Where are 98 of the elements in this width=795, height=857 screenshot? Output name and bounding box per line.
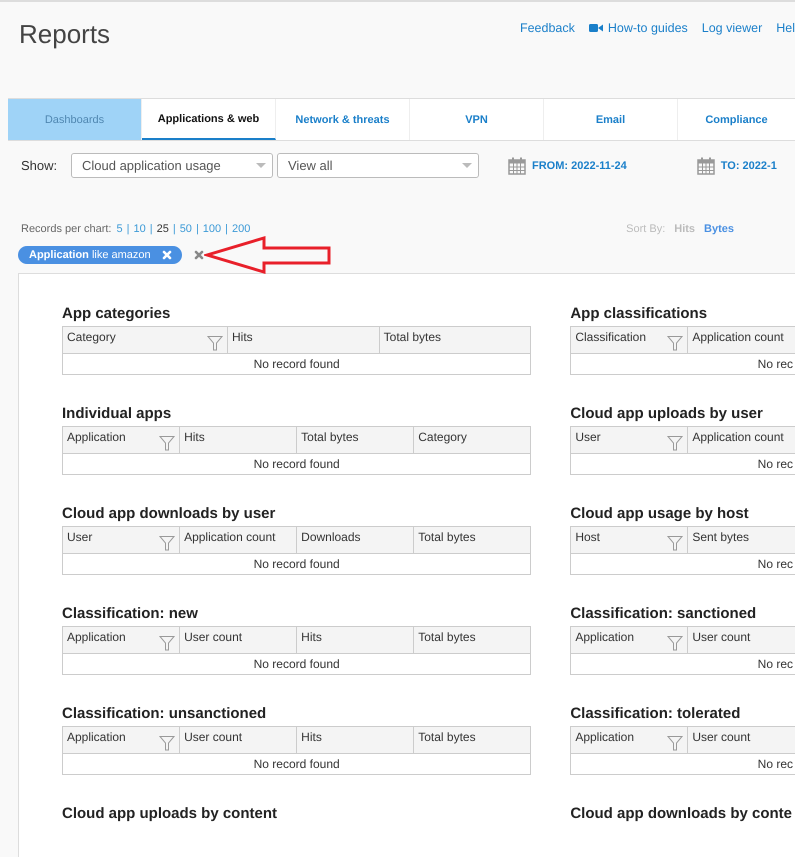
- report-title: Cloud app downloads by user: [62, 505, 276, 523]
- video-camera-icon: [588, 23, 603, 33]
- tab[interactable]: Network & threats: [276, 99, 410, 140]
- column-header: Application: [67, 730, 126, 744]
- caret-icon: [462, 163, 472, 168]
- column-header: User: [67, 530, 92, 544]
- report-title: Cloud app uploads by user: [570, 405, 764, 423]
- from-date-link[interactable]: FROM: 2022-11-24: [532, 160, 627, 172]
- column-header: Application count: [687, 327, 795, 353]
- empty-message: No rec: [756, 656, 794, 673]
- column-header: Category: [413, 427, 530, 453]
- report-title: Classification: tolerated: [570, 705, 742, 723]
- filter-icon[interactable]: [159, 635, 176, 651]
- filter-icon[interactable]: [667, 435, 684, 451]
- column-header: Hits: [296, 627, 414, 653]
- header-link[interactable]: How-to guides: [588, 21, 688, 35]
- column-header: Application count: [179, 527, 296, 553]
- sort-label: Sort By:: [626, 223, 666, 235]
- records-option[interactable]: 50: [180, 223, 192, 235]
- column-header: Hits: [179, 427, 296, 453]
- calendar-icon[interactable]: [696, 156, 715, 174]
- records-option[interactable]: 5: [116, 223, 123, 235]
- report-title: Classification: unsanctioned: [62, 705, 268, 723]
- column-header: Category: [67, 330, 116, 344]
- page-title: Reports: [19, 19, 110, 50]
- tab[interactable]: Compliance: [678, 99, 795, 140]
- empty-message: No record found: [252, 556, 341, 573]
- separator-text: |: [225, 223, 228, 235]
- empty-message: No record found: [252, 356, 341, 373]
- records-label: Records per chart:: [21, 223, 112, 235]
- empty-message: No record found: [252, 756, 341, 773]
- sort-option[interactable]: Bytes: [704, 223, 734, 235]
- filter-icon[interactable]: [667, 635, 684, 651]
- header-link[interactable]: Feedback: [520, 21, 575, 35]
- caret-icon: [256, 163, 266, 168]
- column-header: Total bytes: [413, 727, 530, 753]
- column-header: Sent bytes: [687, 527, 795, 553]
- records-option[interactable]: 10: [133, 223, 146, 235]
- column-header: Application: [575, 630, 634, 644]
- records-option[interactable]: 25: [156, 223, 169, 235]
- column-header: User count: [687, 727, 795, 753]
- to-date-link[interactable]: TO: 2022-1: [720, 160, 777, 172]
- separator-text: |: [196, 223, 199, 235]
- filter-icon[interactable]: [159, 435, 176, 451]
- column-header: Hits: [227, 327, 379, 353]
- report-title: App classifications: [570, 305, 708, 323]
- report-title: App categories: [62, 305, 172, 323]
- filter-icon[interactable]: [667, 735, 684, 751]
- header-link[interactable]: Log viewer: [702, 21, 762, 35]
- column-header: Total bytes: [413, 527, 530, 553]
- filter-chip[interactable]: Application like amazon: [18, 246, 182, 264]
- view-dropdown[interactable]: View all: [277, 153, 479, 178]
- show-label: Show:: [21, 158, 58, 173]
- column-header: Total bytes: [413, 627, 530, 653]
- column-header: User count: [179, 627, 296, 653]
- report-dropdown[interactable]: Cloud application usage: [71, 153, 273, 178]
- column-header: Application: [67, 630, 126, 644]
- separator-text: |: [126, 223, 130, 235]
- column-header: User count: [687, 627, 795, 653]
- column-header: Classification: [575, 330, 646, 344]
- tab[interactable]: Email: [544, 99, 678, 140]
- report-title: Cloud app downloads by conte: [570, 805, 793, 823]
- separator-text: |: [150, 223, 153, 235]
- records-option[interactable]: 200: [232, 223, 250, 235]
- filter-icon[interactable]: [667, 335, 684, 351]
- report-title: Classification: new: [62, 605, 199, 623]
- report-title: Classification: sanctioned: [570, 605, 758, 623]
- column-header: Application: [67, 430, 126, 444]
- tab[interactable]: VPN: [410, 99, 544, 140]
- column-header: Host: [575, 530, 600, 544]
- empty-message: No rec: [756, 456, 794, 473]
- filter-icon[interactable]: [207, 335, 223, 351]
- report-title: Cloud app uploads by content: [62, 805, 278, 823]
- separator-text: |: [172, 223, 176, 235]
- column-header: Total bytes: [378, 327, 530, 353]
- remove-icon[interactable]: [162, 250, 172, 260]
- column-header: Application count: [687, 427, 795, 453]
- column-header: Application: [575, 730, 634, 744]
- column-header: Downloads: [296, 527, 414, 553]
- empty-message: No rec: [756, 556, 794, 573]
- filter-icon[interactable]: [159, 535, 176, 551]
- report-title: Cloud app usage by host: [570, 505, 750, 523]
- column-header: Hits: [296, 727, 414, 753]
- column-header: Total bytes: [296, 427, 414, 453]
- records-option[interactable]: 100: [202, 223, 222, 235]
- report-title: Individual apps: [62, 405, 172, 423]
- filter-icon[interactable]: [159, 735, 176, 751]
- filter-icon[interactable]: [667, 535, 684, 551]
- empty-message: No rec: [756, 756, 794, 773]
- empty-message: No rec: [756, 356, 794, 373]
- clear-icon[interactable]: [194, 250, 204, 260]
- tab[interactable]: Applications & web: [142, 99, 276, 140]
- calendar-icon[interactable]: [508, 156, 526, 174]
- header-link[interactable]: Hel: [776, 21, 795, 35]
- empty-message: No record found: [252, 656, 341, 673]
- column-header: User count: [179, 727, 296, 753]
- empty-message: No record found: [252, 456, 341, 473]
- column-header: User: [575, 430, 601, 444]
